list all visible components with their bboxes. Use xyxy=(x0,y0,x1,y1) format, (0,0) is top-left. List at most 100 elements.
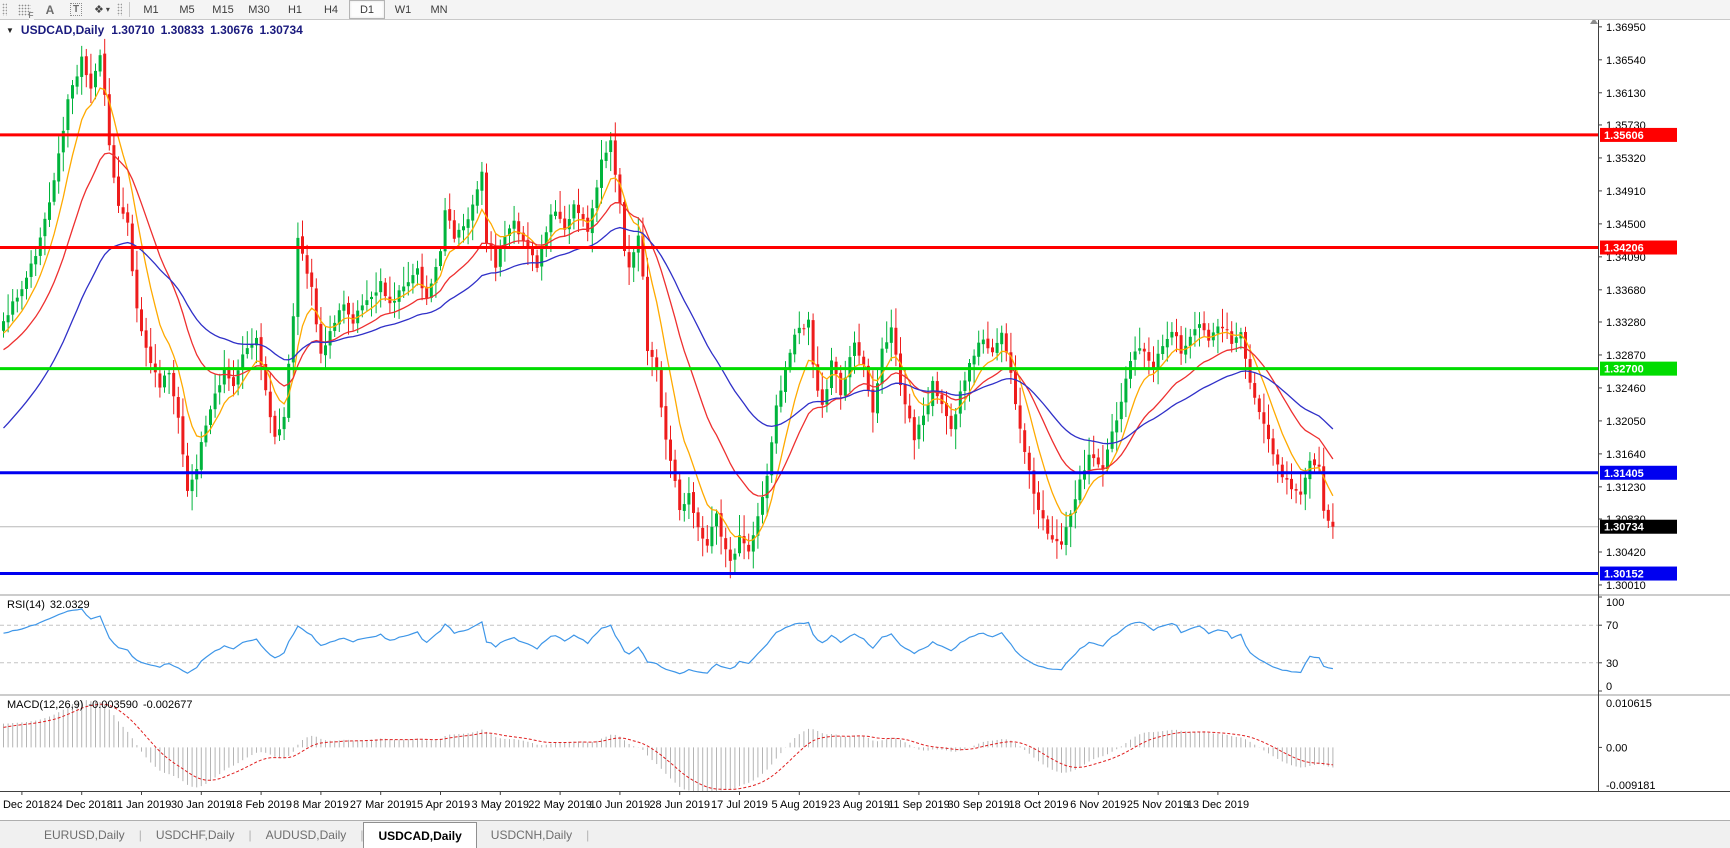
svg-text:1.36540: 1.36540 xyxy=(1606,55,1646,67)
moving-average-ema-medium xyxy=(3,152,1334,497)
timeframe-button-m5[interactable]: M5 xyxy=(169,0,205,19)
timeframe-button-mn[interactable]: MN xyxy=(421,0,457,19)
svg-text:30 Jan 2019: 30 Jan 2019 xyxy=(171,799,232,811)
symbol-tab-usdchf[interactable]: USDCHF,Daily xyxy=(142,821,249,848)
svg-text:1.34500: 1.34500 xyxy=(1606,219,1646,231)
svg-text:1.31230: 1.31230 xyxy=(1606,482,1646,494)
chart-title: ▼ USDCAD,Daily 1.30710 1.30833 1.30676 1… xyxy=(6,23,303,37)
svg-text:1.31640: 1.31640 xyxy=(1606,449,1646,461)
timeframe-button-h1[interactable]: H1 xyxy=(277,0,313,19)
svg-text:0.00: 0.00 xyxy=(1606,742,1627,754)
ohlc-values: 1.30710 1.30833 1.30676 1.30734 xyxy=(111,23,303,37)
svg-text:1.32460: 1.32460 xyxy=(1606,383,1646,395)
svg-text:1.31405: 1.31405 xyxy=(1604,468,1644,480)
trading-platform-window: 1.36950 1.36540 1.36130 1.35730 1.35320 1.349… xyxy=(0,0,1730,848)
tab-separator: | xyxy=(586,827,590,842)
svg-text:15 Apr 2019: 15 Apr 2019 xyxy=(411,799,470,811)
svg-text:28 Jun 2019: 28 Jun 2019 xyxy=(649,799,710,811)
chart-symbol-period: USDCAD,Daily xyxy=(20,23,105,37)
toolbar-separator xyxy=(129,2,130,17)
fibonacci-grid-icon: F xyxy=(17,3,34,20)
svg-text:1.30152: 1.30152 xyxy=(1604,569,1644,581)
open-value: 1.30710 xyxy=(111,23,155,37)
svg-text:24 Dec 2018: 24 Dec 2018 xyxy=(51,799,113,811)
rsi-line xyxy=(3,608,1334,675)
svg-text:25 Nov 2019: 25 Nov 2019 xyxy=(1127,799,1189,811)
rsi-value: 32.0329 xyxy=(49,599,90,611)
timeframe-button-m15[interactable]: M15 xyxy=(205,0,241,19)
ema-medium-line xyxy=(3,152,1334,497)
svg-text:11 Jan 2019: 11 Jan 2019 xyxy=(112,799,172,811)
symbol-tab-eurusd[interactable]: EURUSD,Daily xyxy=(30,821,139,848)
moving-average-ema-slow xyxy=(3,226,1334,445)
macd-histogram xyxy=(3,700,1334,791)
svg-text:100: 100 xyxy=(1606,597,1624,609)
symbol-tab-audusd[interactable]: AUDUSD,Daily xyxy=(252,821,361,848)
svg-text:1.33680: 1.33680 xyxy=(1606,285,1646,297)
symbol-tab-usdcnh[interactable]: USDCNH,Daily xyxy=(477,821,586,848)
close-value: 1.30734 xyxy=(259,23,303,37)
svg-text:1.32700: 1.32700 xyxy=(1604,364,1644,376)
macd-name: MACD(12,26,9) xyxy=(7,699,84,711)
time-axis: 5 Dec 201824 Dec 201811 Jan 201930 Jan 2… xyxy=(0,791,1249,811)
arrows-tool[interactable]: ❖ ▾ xyxy=(89,0,115,19)
svg-text:30 Sep 2019: 30 Sep 2019 xyxy=(948,799,1010,811)
svg-text:23 Aug 2019: 23 Aug 2019 xyxy=(828,799,890,811)
svg-text:70: 70 xyxy=(1606,620,1618,632)
symbol-tab-usdcad[interactable]: USDCAD,Daily xyxy=(363,822,477,848)
svg-text:3 May 2019: 3 May 2019 xyxy=(472,799,529,811)
svg-text:1.30010: 1.30010 xyxy=(1606,580,1646,592)
timeframe-button-m30[interactable]: M30 xyxy=(241,0,277,19)
label-icon: T xyxy=(69,3,83,16)
svg-text:18 Feb 2019: 18 Feb 2019 xyxy=(230,799,292,811)
timeframe-buttons-group: M1 M5 M15 M30 H1 H4 D1 W1 MN xyxy=(133,0,457,19)
low-value: 1.30676 xyxy=(210,23,254,37)
svg-text:6 Nov 2019: 6 Nov 2019 xyxy=(1070,799,1126,811)
arrows-icon: ❖ xyxy=(94,4,104,16)
svg-text:1.32050: 1.32050 xyxy=(1606,416,1646,428)
timeframe-button-d1[interactable]: D1 xyxy=(349,0,385,19)
svg-text:22 May 2019: 22 May 2019 xyxy=(528,799,592,811)
svg-text:1.34910: 1.34910 xyxy=(1606,186,1646,198)
fibonacci-tool[interactable]: F xyxy=(11,0,37,20)
svg-text:18 Oct 2019: 18 Oct 2019 xyxy=(1009,799,1069,811)
svg-text:8 Mar 2019: 8 Mar 2019 xyxy=(293,799,349,811)
label-tool[interactable]: T xyxy=(63,0,89,19)
macd-signal-line xyxy=(3,703,1333,790)
svg-text:11 Sep 2019: 11 Sep 2019 xyxy=(888,799,950,811)
svg-text:0.010615: 0.010615 xyxy=(1606,698,1652,710)
svg-text:1.36130: 1.36130 xyxy=(1606,88,1646,100)
horizontal-level-lines xyxy=(0,133,1598,576)
svg-text:1.36950: 1.36950 xyxy=(1606,22,1646,34)
svg-text:1.33280: 1.33280 xyxy=(1606,317,1646,329)
top-toolbar: F A T ❖ ▾ M1 M5 M15 M30 H1 H4 D1 W1 MN xyxy=(0,0,1730,20)
timeframe-button-m1[interactable]: M1 xyxy=(133,0,169,19)
macd-indicator-label: MACD(12,26,9) -0.003590 -0.002677 xyxy=(7,699,193,711)
chart-dropdown-arrow-icon[interactable]: ▼ xyxy=(6,26,14,35)
macd-main-value: -0.003590 xyxy=(88,699,138,711)
svg-text:27 Mar 2019: 27 Mar 2019 xyxy=(350,799,412,811)
timeframe-button-h4[interactable]: H4 xyxy=(313,0,349,19)
svg-text:-0.009181: -0.009181 xyxy=(1606,780,1656,792)
svg-text:5 Aug 2019: 5 Aug 2019 xyxy=(771,799,827,811)
text-tool[interactable]: A xyxy=(37,0,63,19)
rsi-name: RSI(14) xyxy=(7,599,45,611)
high-value: 1.30833 xyxy=(160,23,205,37)
timeframe-button-w1[interactable]: W1 xyxy=(385,0,421,19)
text-icon: A xyxy=(45,2,55,17)
ema-slow-line xyxy=(3,226,1334,445)
svg-text:1.30420: 1.30420 xyxy=(1606,547,1646,559)
svg-text:0: 0 xyxy=(1606,681,1612,693)
svg-text:13 Dec 2019: 13 Dec 2019 xyxy=(1187,799,1249,811)
symbol-tab-bar: EURUSD,Daily | USDCHF,Daily | AUDUSD,Daily | U… xyxy=(0,820,1730,848)
chart-canvas[interactable]: 1.369501.365401.361301.357301.353201.349… xyxy=(0,0,1730,848)
svg-text:10 Jun 2019: 10 Jun 2019 xyxy=(590,799,651,811)
svg-text:1.34206: 1.34206 xyxy=(1604,243,1644,255)
svg-text:1.30734: 1.30734 xyxy=(1604,522,1645,534)
chevron-down-icon: ▾ xyxy=(105,5,110,14)
toolbar-grip[interactable] xyxy=(117,3,122,16)
toolbar-grip[interactable] xyxy=(2,3,7,16)
rsi-indicator-label: RSI(14) 32.0329 xyxy=(7,599,90,611)
svg-text:1.32870: 1.32870 xyxy=(1606,350,1646,362)
svg-text:1.35606: 1.35606 xyxy=(1604,130,1644,142)
